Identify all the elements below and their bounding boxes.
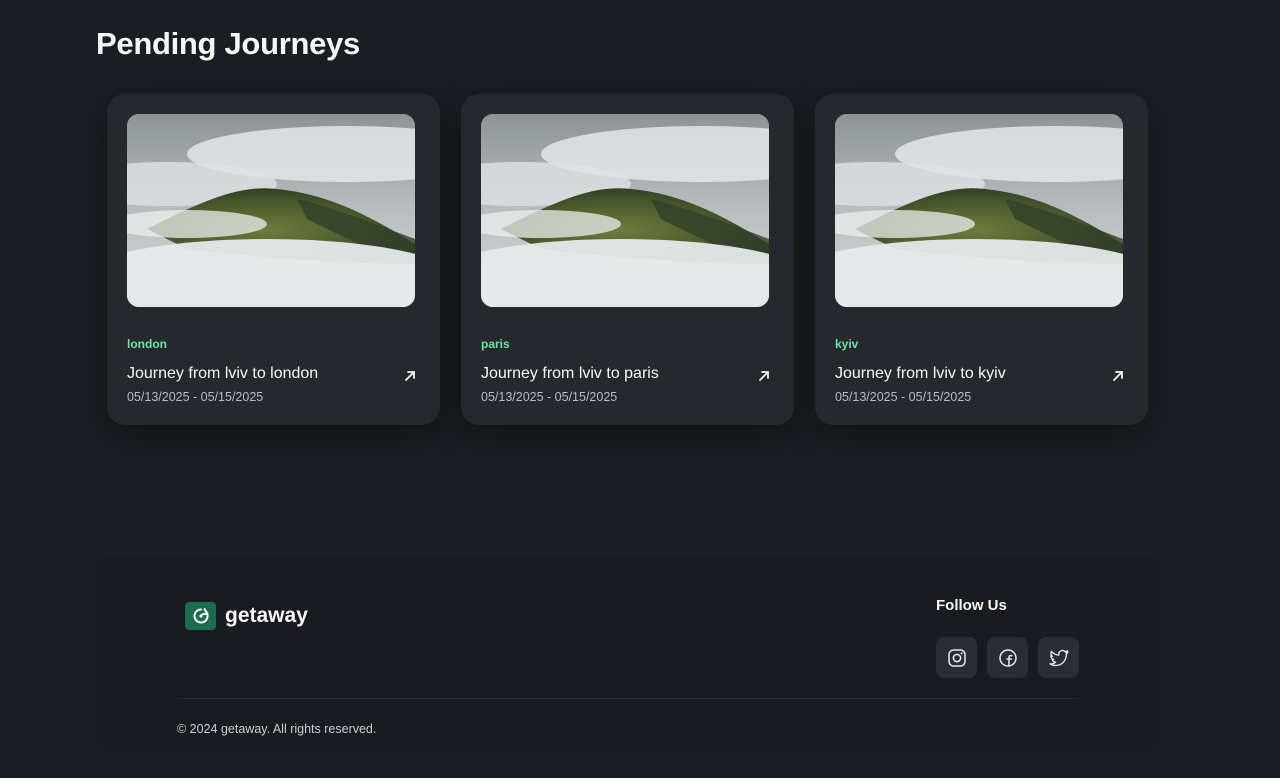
twitter-button[interactable] — [1038, 637, 1079, 678]
journey-dates: 05/13/2025 - 05/15/2025 — [835, 390, 972, 404]
arrow-up-right-icon[interactable] — [402, 368, 418, 384]
arrow-up-right-icon[interactable] — [1110, 368, 1126, 384]
journey-tag: kyiv — [835, 337, 859, 351]
facebook-icon — [998, 648, 1017, 667]
journey-tag: paris — [481, 337, 510, 351]
journey-image — [481, 114, 769, 307]
journey-title: Journey from lviv to kyiv — [835, 365, 1006, 382]
journey-card[interactable]: kyiv Journey from lviv to kyiv 05/13/202… — [815, 94, 1148, 425]
journey-dates: 05/13/2025 - 05/15/2025 — [481, 390, 618, 404]
page: Pending Journeys london Journey from lvi… — [0, 0, 1280, 778]
journey-title: Journey from lviv to london — [127, 365, 319, 382]
logo-icon — [185, 602, 216, 630]
instagram-icon — [947, 648, 966, 667]
footer: getaway Follow Us © 2024 getaway. All ri… — [96, 555, 1160, 753]
social-links — [936, 637, 1079, 678]
twitter-icon — [1048, 649, 1069, 666]
journey-card[interactable]: london Journey from lviv to london 05/13… — [107, 94, 440, 425]
arrow-up-right-icon[interactable] — [756, 368, 772, 384]
footer-divider — [177, 698, 1079, 699]
brand[interactable]: getaway — [185, 602, 308, 630]
journey-title: Journey from lviv to paris — [481, 365, 659, 382]
copyright-text: © 2024 getaway. All rights reserved. — [177, 722, 377, 736]
facebook-button[interactable] — [987, 637, 1028, 678]
journey-image — [835, 114, 1123, 307]
journey-image — [127, 114, 415, 307]
page-title: Pending Journeys — [96, 26, 360, 61]
brand-name: getaway — [225, 604, 308, 627]
journey-tag: london — [127, 337, 167, 351]
journey-dates: 05/13/2025 - 05/15/2025 — [127, 390, 264, 404]
follow-us-heading: Follow Us — [936, 597, 1007, 614]
instagram-button[interactable] — [936, 637, 977, 678]
journey-cards: london Journey from lviv to london 05/13… — [107, 94, 1148, 425]
journey-card[interactable]: paris Journey from lviv to paris 05/13/2… — [461, 94, 794, 425]
